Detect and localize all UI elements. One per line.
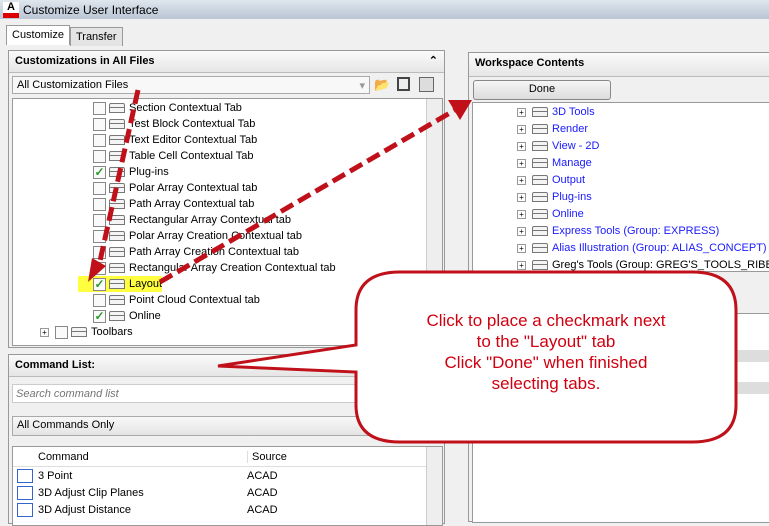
arrowhead-done: [448, 100, 472, 120]
callout-text: Click to place a checkmark next to the "…: [381, 310, 711, 394]
arrow-to-layout: [95, 89, 141, 271]
annotation-overlay: [88, 89, 738, 444]
callout-line: Click "Done" when finished: [444, 353, 648, 372]
arrow-to-done: [158, 107, 457, 285]
callout-line: selecting tabs.: [491, 374, 601, 393]
arrowhead-layout: [88, 258, 106, 282]
callout-line: to the "Layout" tab: [476, 332, 616, 351]
callout-line: Click to place a checkmark next: [426, 311, 666, 330]
